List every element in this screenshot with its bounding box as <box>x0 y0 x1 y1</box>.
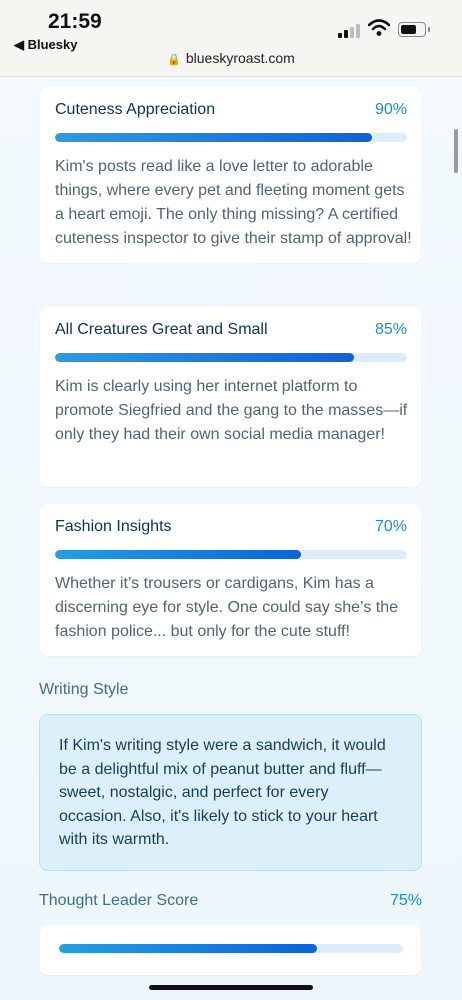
trait-progress-fill <box>55 133 372 142</box>
thought-leader-percent: 75% <box>389 892 422 909</box>
trait-card: Fashion Insights 70% Whether it’s trouse… <box>40 504 421 656</box>
clock: 21:59 <box>48 10 102 33</box>
writing-style-text: If Kim's writing style were a sandwich, … <box>59 737 386 848</box>
page-content: Cuteness Appreciation 90% Kim's posts re… <box>0 77 462 1000</box>
writing-style-box: If Kim's writing style were a sandwich, … <box>39 714 422 871</box>
thought-leader-progress-bar <box>59 944 403 953</box>
trait-progress-bar <box>55 353 407 362</box>
address-bar[interactable]: 🔒 blueskyroast.com <box>0 50 462 66</box>
cellular-signal-icon <box>338 22 362 38</box>
thought-leader-card <box>40 925 421 975</box>
trait-title: Fashion Insights <box>55 518 172 535</box>
trait-progress-fill <box>55 550 302 559</box>
trait-card: All Creatures Great and Small 85% Kim is… <box>40 307 421 487</box>
trait-title: All Creatures Great and Small <box>55 321 268 338</box>
thought-leader-progress-fill <box>59 944 317 953</box>
trait-progress-bar <box>55 133 407 142</box>
trait-description: Kim is clearly using her internet platfo… <box>55 378 408 443</box>
trait-percent: 90% <box>374 101 407 118</box>
url-text: blueskyroast.com <box>185 50 295 66</box>
trait-title: Cuteness Appreciation <box>55 101 216 118</box>
trait-progress-fill <box>55 353 355 362</box>
trait-description: Kim's posts read like a love letter to a… <box>55 158 412 247</box>
home-indicator[interactable] <box>149 985 313 990</box>
battery-icon <box>398 22 430 37</box>
trait-percent: 85% <box>374 321 407 338</box>
status-bar: 21:59 ◀ Bluesky 🔒 blueskyroast.com <box>0 0 462 77</box>
trait-description: Whether it’s trousers or cardigans, Kim … <box>55 575 398 640</box>
trait-card: Cuteness Appreciation 90% Kim's posts re… <box>40 87 421 263</box>
wifi-icon <box>368 19 390 36</box>
scrollbar[interactable] <box>454 129 458 173</box>
thought-leader-heading: Thought Leader Score <box>39 892 199 909</box>
trait-percent: 70% <box>374 518 407 535</box>
lock-icon: 🔒 <box>167 54 181 66</box>
trait-progress-bar <box>55 550 407 559</box>
writing-style-heading: Writing Style <box>39 681 129 698</box>
